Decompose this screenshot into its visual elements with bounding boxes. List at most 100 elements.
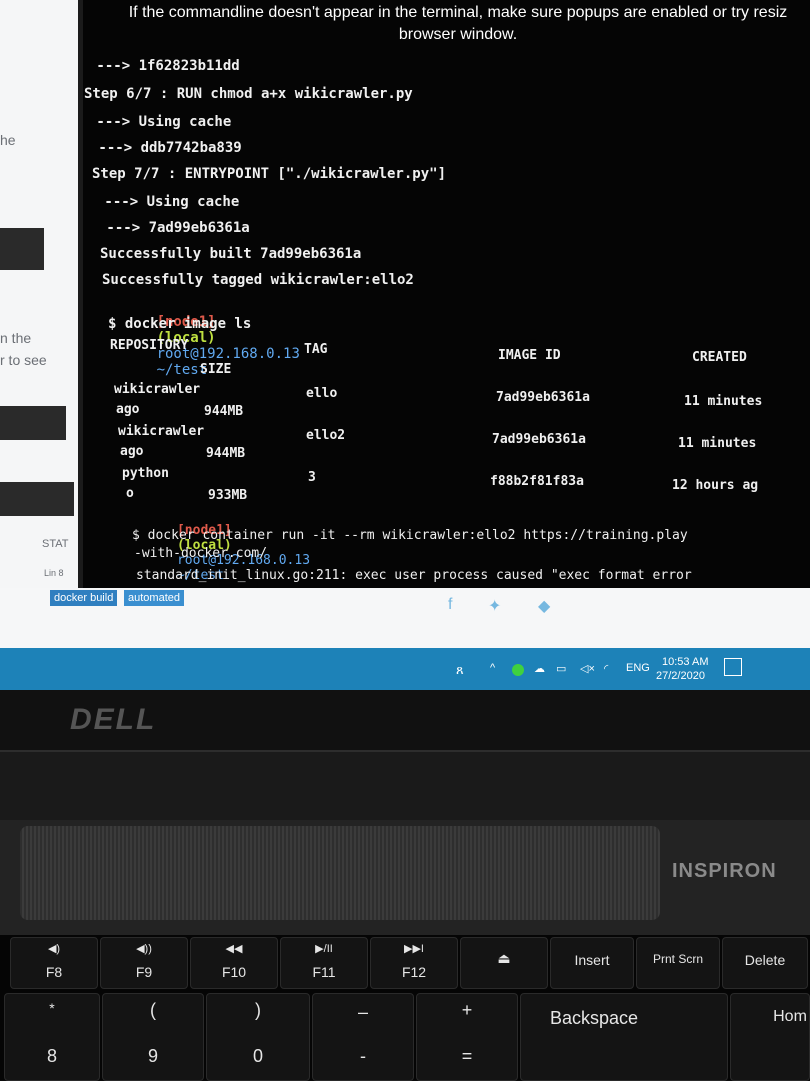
notification-icon[interactable] bbox=[724, 658, 742, 676]
key-label: + bbox=[461, 1000, 473, 1020]
key-insert[interactable]: Insert bbox=[550, 937, 634, 989]
key-9[interactable]: ( 9 bbox=[102, 993, 204, 1081]
keyboard: ◀) F8 ◀)) F9 ◀◀ F10 ▶/II F11 ▶▶I F12 ⏏ I… bbox=[0, 935, 810, 1081]
previous-track-icon: ◀◀ bbox=[225, 943, 243, 955]
key-label: F8 bbox=[45, 964, 63, 980]
terminal-notice: If the commandline doesn't appear in the… bbox=[108, 2, 808, 46]
browser-left-pane: he n the r to see STAT Lin 8 bbox=[0, 0, 78, 650]
terminal-command: -with-docker.com/ bbox=[134, 546, 268, 561]
volume-icon[interactable]: ◁× bbox=[580, 662, 595, 675]
table-cell-size: 944MB bbox=[206, 446, 246, 461]
table-cell-id: 7ad99eb6361a bbox=[492, 432, 586, 447]
notice-line: browser window. bbox=[398, 26, 518, 43]
page-footer-bar: docker build automated f ✦ ◆ bbox=[0, 588, 810, 648]
sidebar-text-fragment: r to see bbox=[0, 352, 47, 368]
key-label: – bbox=[357, 1002, 368, 1022]
line-indicator: Lin 8 bbox=[44, 568, 64, 578]
key-f12[interactable]: ▶▶I F12 bbox=[370, 937, 458, 989]
key-label: ( bbox=[150, 1000, 156, 1020]
terminal-line: ---> 1f62823b11dd bbox=[88, 58, 240, 74]
people-icon[interactable]: ጸ bbox=[456, 662, 464, 678]
cloud-icon[interactable]: ☁ bbox=[534, 662, 545, 675]
key-label: F11 bbox=[312, 964, 336, 980]
key-label: 8 bbox=[46, 1046, 57, 1066]
wifi-icon[interactable]: ◜ bbox=[604, 662, 608, 675]
status-dot-icon[interactable] bbox=[512, 664, 524, 676]
windows-taskbar: ጸ ^ ☁ ▭ ◁× ◜ ENG 10:53 AM 27/2/2020 bbox=[0, 648, 810, 690]
table-cell-id: 7ad99eb6361a bbox=[496, 390, 590, 405]
terminal-window[interactable]: If the commandline doesn't appear in the… bbox=[78, 0, 810, 590]
key-print-screen[interactable]: Prnt Scrn bbox=[636, 937, 720, 989]
thumbs-up-icon[interactable]: ◆ bbox=[538, 596, 550, 616]
chevron-up-icon[interactable]: ^ bbox=[490, 662, 495, 674]
next-track-icon: ▶▶I bbox=[404, 943, 424, 955]
tag-automated[interactable]: automated bbox=[124, 590, 184, 606]
twitter-icon[interactable]: ✦ bbox=[488, 596, 501, 616]
terminal-line: Successfully tagged wikicrawler:ello2 bbox=[102, 272, 414, 288]
key-label: 0 bbox=[252, 1046, 263, 1066]
key-backspace[interactable]: Backspace bbox=[520, 993, 728, 1081]
speaker-grille bbox=[20, 826, 660, 920]
sidebar-dark-button[interactable] bbox=[0, 228, 44, 270]
clock-date[interactable]: 27/2/2020 bbox=[656, 670, 705, 682]
terminal-line: ---> 7ad99eb6361a bbox=[98, 220, 250, 236]
table-cell-created: 12 hours ag bbox=[672, 478, 759, 493]
key-8[interactable]: * 8 bbox=[4, 993, 100, 1081]
table-header-image-id: IMAGE ID bbox=[498, 348, 561, 363]
terminal-scrollbar[interactable] bbox=[78, 0, 83, 590]
key-label: F9 bbox=[135, 964, 153, 980]
mute-icon: ◀) bbox=[47, 943, 61, 955]
key-label: Prnt Scrn bbox=[652, 952, 703, 966]
key-label: = bbox=[461, 1046, 473, 1066]
sidebar-dark-button[interactable] bbox=[0, 406, 66, 440]
key-minus[interactable]: – - bbox=[312, 993, 414, 1081]
table-cell-wrap: ago bbox=[116, 402, 140, 417]
terminal-line: Successfully built 7ad99eb6361a bbox=[100, 246, 362, 262]
key-label: Backspace bbox=[549, 1008, 639, 1028]
table-cell-wrap: ago bbox=[120, 444, 144, 459]
facebook-icon[interactable]: f bbox=[448, 596, 452, 614]
clock-time[interactable]: 10:53 AM bbox=[662, 656, 708, 668]
key-f9[interactable]: ◀)) F9 bbox=[100, 937, 188, 989]
terminal-error: standard_init_linux.go:211: exec user pr… bbox=[136, 568, 692, 583]
table-cell-tag: ello2 bbox=[306, 428, 346, 443]
table-cell-tag: ello bbox=[306, 386, 338, 401]
key-equals[interactable]: + = bbox=[416, 993, 518, 1081]
tag-docker-build[interactable]: docker build bbox=[50, 590, 118, 606]
sidebar-text-fragment: he bbox=[0, 132, 16, 148]
laptop-hinge bbox=[0, 750, 810, 822]
table-header-repository: REPOSITORY bbox=[110, 338, 189, 353]
key-f10[interactable]: ◀◀ F10 bbox=[190, 937, 278, 989]
sidebar-dark-button[interactable] bbox=[0, 482, 74, 516]
terminal-line: ---> ddb7742ba839 bbox=[90, 140, 242, 156]
key-f11[interactable]: ▶/II F11 bbox=[280, 937, 368, 989]
dell-logo: DELL bbox=[70, 703, 157, 736]
battery-icon[interactable]: ▭ bbox=[556, 662, 566, 675]
table-cell-size: 933MB bbox=[208, 488, 248, 503]
terminal-line: Step 6/7 : RUN chmod a+x wikicrawler.py bbox=[84, 86, 413, 102]
table-cell-wrap: o bbox=[126, 486, 134, 501]
key-label: Hom bbox=[773, 1008, 807, 1025]
table-header-created: CREATED bbox=[692, 350, 747, 365]
eject-icon: ⏏ bbox=[497, 950, 511, 966]
table-cell-tag: 3 bbox=[308, 470, 316, 485]
key-home[interactable]: Hom bbox=[730, 993, 810, 1081]
volume-up-icon: ◀)) bbox=[136, 943, 152, 955]
inspiron-label: INSPIRON bbox=[672, 860, 777, 882]
key-label: * bbox=[49, 1000, 55, 1016]
key-delete[interactable]: Delete bbox=[722, 937, 808, 989]
language-indicator[interactable]: ENG bbox=[626, 662, 650, 674]
table-cell-repo: wikicrawler bbox=[118, 424, 205, 439]
play-pause-icon: ▶/II bbox=[315, 943, 333, 955]
table-cell-created: 11 minutes bbox=[684, 394, 763, 409]
terminal-command: $ docker container run -it --rm wikicraw… bbox=[132, 528, 688, 543]
key-label: - bbox=[360, 1046, 366, 1066]
table-cell-size: 944MB bbox=[204, 404, 244, 419]
terminal-line: ---> Using cache bbox=[96, 194, 240, 210]
key-eject[interactable]: ⏏ bbox=[460, 937, 548, 989]
key-f8[interactable]: ◀) F8 bbox=[10, 937, 98, 989]
table-header-size: SIZE bbox=[200, 362, 232, 377]
key-label: ) bbox=[255, 1000, 261, 1020]
key-label: 9 bbox=[147, 1046, 158, 1066]
key-0[interactable]: ) 0 bbox=[206, 993, 310, 1081]
